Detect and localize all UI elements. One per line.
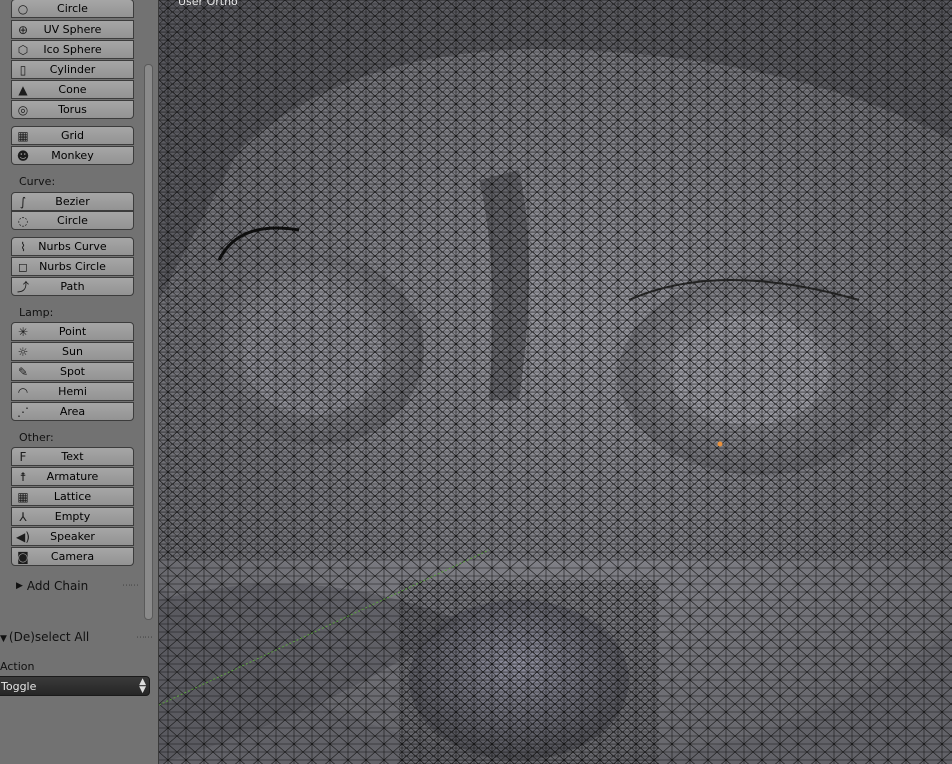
button-label: Text [61, 450, 84, 463]
add-armature-button[interactable]: ☨ Armature [11, 467, 134, 486]
nurbs-circle-icon: ◻ [18, 260, 28, 274]
button-label: Nurbs Circle [39, 260, 106, 273]
button-label: Cylinder [49, 63, 96, 76]
button-label: Bezier [55, 195, 90, 208]
add-torus-button[interactable]: ◎ Torus [11, 100, 134, 119]
add-bezier-button[interactable]: ∫ Bezier [11, 192, 134, 211]
point-lamp-icon: ✳ [17, 325, 29, 339]
button-label: Nurbs Curve [38, 240, 107, 253]
redo-last-panel: ▼ (De)select All ⋯⋯ Action Toggle ▲ ▼ [0, 620, 159, 764]
bezier-icon: ∫ [19, 195, 27, 209]
add-nurbs-curve-button[interactable]: ⌇ Nurbs Curve [11, 237, 134, 256]
button-label: Circle [57, 2, 88, 15]
add-camera-button[interactable]: ◙ Camera [11, 547, 134, 566]
button-label: Monkey [51, 149, 94, 162]
armature-icon: ☨ [19, 470, 27, 484]
add-spot-button[interactable]: ✎ Spot [11, 362, 134, 381]
ico-sphere-icon: ⬡ [17, 43, 29, 57]
button-label: Cone [58, 83, 87, 96]
cylinder-icon: ▯ [19, 63, 27, 77]
circle-icon: ○ [17, 2, 29, 16]
action-label: Action [0, 660, 35, 673]
add-text-button[interactable]: F Text [11, 447, 134, 466]
add-speaker-button[interactable]: ◀) Speaker [11, 527, 134, 546]
add-cylinder-button[interactable]: ▯ Cylinder [11, 60, 134, 79]
cone-icon: ▲ [18, 83, 28, 97]
button-label: Speaker [50, 530, 95, 543]
button-label: Camera [50, 550, 95, 563]
curve-section-label: Curve: [19, 175, 56, 188]
add-nurbs-circle-button[interactable]: ◻ Nurbs Circle [11, 257, 134, 276]
sun-lamp-icon: ☼ [17, 345, 29, 359]
drag-handle-icon[interactable]: ⋯⋯ [122, 581, 139, 591]
camera-icon: ◙ [17, 550, 29, 564]
button-label: UV Sphere [43, 23, 102, 36]
add-chain-label: Add Chain [26, 579, 89, 593]
redo-panel-title[interactable]: ▼ (De)select All [0, 630, 89, 644]
other-section-label: Other: [19, 431, 54, 444]
disclosure-triangle-icon: ▼ [0, 634, 7, 644]
action-select-value: Toggle [1, 679, 37, 693]
empty-icon: ⅄ [19, 510, 27, 524]
add-circle-button[interactable]: ○ Circle [11, 0, 134, 18]
button-label: Armature [46, 470, 99, 483]
disclosure-triangle-icon: ▶ [16, 581, 23, 591]
button-label: Grid [60, 129, 85, 142]
area-lamp-icon: ⋰ [17, 405, 29, 419]
mesh-wireframe [159, 0, 952, 764]
add-area-button[interactable]: ⋰ Area [11, 402, 134, 421]
uv-sphere-icon: ⊕ [17, 23, 29, 37]
spot-lamp-icon: ✎ [17, 365, 29, 379]
add-circle-button[interactable]: ◌ Circle [11, 211, 134, 230]
add-grid-button[interactable]: ▦ Grid [11, 126, 134, 145]
up-down-arrows-icon: ▲ ▼ [139, 677, 146, 695]
3d-viewport[interactable] [159, 0, 952, 764]
add-point-button[interactable]: ✳ Point [11, 322, 134, 341]
action-select[interactable]: Toggle ▲ ▼ [0, 676, 150, 696]
hemi-lamp-icon: ◠ [17, 385, 29, 399]
drag-handle-icon[interactable]: ⋯⋯ [136, 633, 153, 643]
torus-icon: ◎ [17, 103, 29, 117]
button-label: Lattice [53, 490, 92, 503]
button-label: Sun [62, 345, 83, 358]
add-hemi-button[interactable]: ◠ Hemi [11, 382, 134, 401]
nurbs-curve-icon: ⌇ [20, 240, 26, 254]
bezier-circle-icon: ◌ [17, 214, 29, 228]
add-cone-button[interactable]: ▲ Cone [11, 80, 134, 99]
button-label: Area [59, 405, 86, 418]
tool-shelf: ○ Circle ⊕ UV Sphere ⬡ Ico Sphere ▯ Cylinder ▲ Co… [0, 0, 159, 620]
add-ico-sphere-button[interactable]: ⬡ Ico Sphere [11, 40, 134, 59]
monkey-icon: ☻ [16, 149, 30, 163]
add-empty-button[interactable]: ⅄ Empty [11, 507, 134, 526]
text-icon: F [19, 450, 27, 464]
add-monkey-button[interactable]: ☻ Monkey [11, 146, 134, 165]
button-label: Empty [54, 510, 91, 523]
tool-shelf-scrollbar[interactable] [144, 64, 153, 620]
add-sun-button[interactable]: ☼ Sun [11, 342, 134, 361]
add-chain-panel-header[interactable]: ▶ Add Chain [16, 578, 88, 594]
add-lattice-button[interactable]: ▦ Lattice [11, 487, 134, 506]
button-label: Point [58, 325, 87, 338]
button-label: Spot [59, 365, 85, 378]
add-path-button[interactable]: ⤴ Path [11, 277, 134, 296]
button-label: Hemi [58, 385, 87, 398]
button-label: Torus [58, 103, 87, 116]
speaker-icon: ◀) [16, 530, 30, 544]
view-label: User Ortho [178, 0, 238, 8]
lattice-icon: ▦ [17, 490, 29, 504]
grid-icon: ▦ [17, 129, 29, 143]
path-icon: ⤴ [16, 280, 29, 294]
button-label: Path [60, 280, 85, 293]
add-uv-sphere-button[interactable]: ⊕ UV Sphere [11, 20, 134, 39]
button-label: Ico Sphere [43, 43, 102, 56]
button-label: Circle [57, 214, 88, 227]
lamp-section-label: Lamp: [19, 306, 54, 319]
